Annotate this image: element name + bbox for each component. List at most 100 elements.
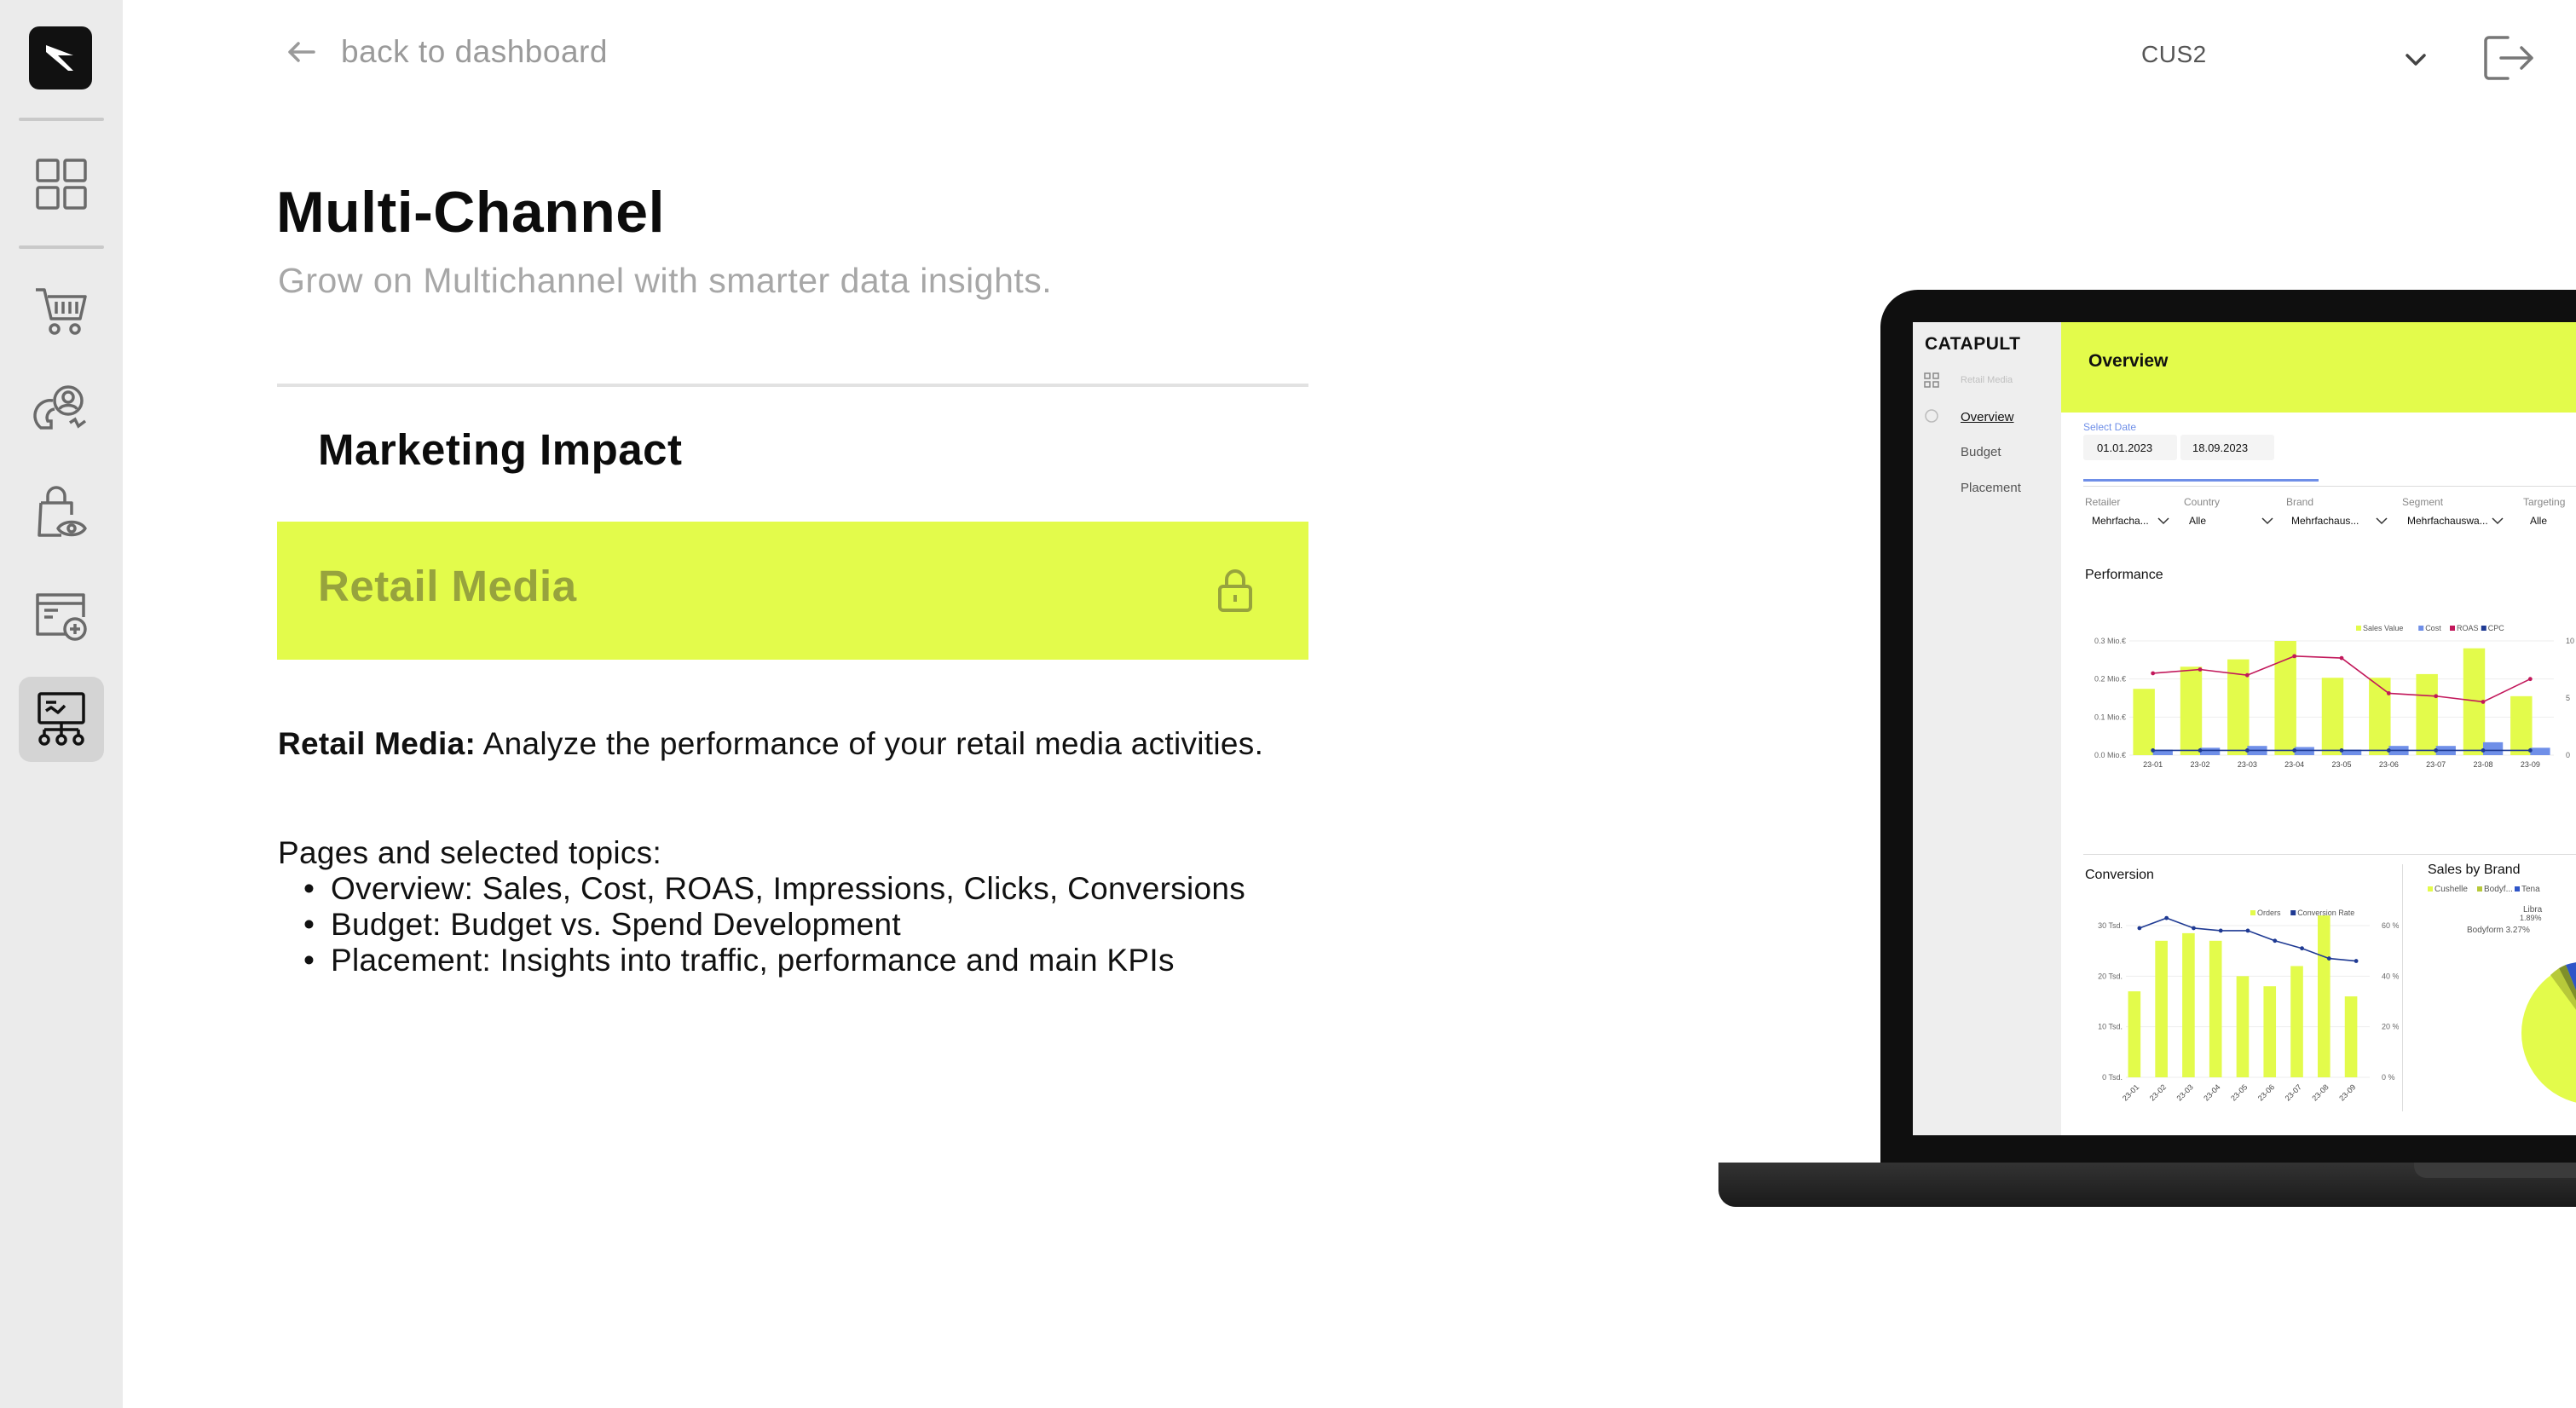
retail-media-label: Retail Media <box>318 562 577 610</box>
pages-title: Pages and selected topics: <box>278 835 662 870</box>
y2-tick-label: 10 <box>2566 637 2574 645</box>
bar <box>2263 986 2277 1077</box>
legend-swatch <box>2418 626 2424 631</box>
bar <box>2344 996 2358 1077</box>
grid-dashboard-icon[interactable] <box>19 141 104 227</box>
bar <box>2236 976 2250 1077</box>
line-point <box>2339 655 2344 661</box>
legend-swatch <box>2356 626 2361 631</box>
catapult-logo-icon[interactable] <box>29 26 92 89</box>
x-tick-label: 23-03 <box>2238 760 2257 769</box>
line-point <box>2386 691 2391 695</box>
line-point <box>2481 700 2486 704</box>
line-point <box>2192 926 2196 931</box>
y2-tick-label: 0 <box>2566 751 2570 759</box>
line-point <box>2245 928 2250 933</box>
line-point <box>2244 748 2250 753</box>
line-point <box>2527 748 2533 753</box>
line-point <box>2354 959 2359 963</box>
description: Retail Media: Analyze the performance of… <box>278 726 1301 762</box>
bar <box>2416 673 2438 755</box>
line-point <box>2218 928 2223 933</box>
legend-swatch <box>2250 910 2255 915</box>
page-title: Multi-Channel <box>276 180 666 245</box>
bar <box>2155 940 2168 1077</box>
bar <box>2321 678 2344 755</box>
x-tick-label: 23-05 <box>2229 1082 2249 1102</box>
legend-swatch <box>2481 626 2486 631</box>
y-tick-label: 0.2 Mio.€ <box>2094 675 2126 684</box>
x-tick-label: 23-08 <box>2310 1082 2330 1102</box>
y-tick-label: 0.0 Mio.€ <box>2094 751 2126 759</box>
y-tick-label: 20 Tsd. <box>2098 972 2123 980</box>
line-point <box>2434 694 2439 699</box>
x-tick-label: 23-06 <box>2256 1082 2276 1102</box>
line-point <box>2326 956 2331 961</box>
logout-icon[interactable] <box>2482 34 2535 82</box>
line-point <box>2527 677 2533 682</box>
legend-label: Sales Value <box>2363 624 2403 632</box>
customer-magnet-icon[interactable] <box>19 368 104 453</box>
bar <box>2294 747 2314 755</box>
shopping-cart-icon[interactable] <box>19 268 104 353</box>
y-tick-label: 30 Tsd. <box>2098 921 2123 930</box>
list-item: Budget: Budget vs. Spend Development <box>303 907 1245 943</box>
sidebar-divider <box>19 245 104 249</box>
x-tick-label: 23-04 <box>2284 760 2304 769</box>
sidebar-divider <box>19 118 104 121</box>
line-point <box>2434 748 2439 753</box>
line-point <box>2292 748 2297 753</box>
y2-tick-label: 40 % <box>2382 972 2399 980</box>
sales-by-brand-pie: Cushelle Bodyf... Tena Libra 1.89% Bodyf… <box>2428 885 2576 1103</box>
line-point <box>2151 748 2156 753</box>
y-tick-label: 0.3 Mio.€ <box>2094 637 2126 645</box>
conversion-chart: 30 Tsd. 20 Tsd. 10 Tsd. 0 Tsd. 60 % 40 % 20 % 0… <box>2098 909 2399 1103</box>
bar <box>2290 966 2303 1077</box>
legend-label: Orders <box>2257 909 2281 917</box>
section-divider <box>277 384 1308 387</box>
line-point <box>2164 915 2169 920</box>
shopping-bag-eye-icon[interactable] <box>19 470 104 556</box>
pie-legend-swatch <box>2515 886 2520 892</box>
pie-legend-swatch <box>2477 886 2482 892</box>
pie-legend-label: Cushelle <box>2434 885 2468 894</box>
y-tick-label: 10 Tsd. <box>2098 1023 2123 1031</box>
bar <box>2317 915 2331 1077</box>
preview-filter-chevrons <box>2157 517 2504 525</box>
back-to-dashboard-link[interactable]: back to dashboard <box>285 34 608 70</box>
bar <box>2200 747 2221 755</box>
x-tick-label: 23-02 <box>2190 760 2209 769</box>
back-link-label: back to dashboard <box>341 34 608 69</box>
bar <box>2128 991 2141 1077</box>
line-point <box>2244 672 2250 678</box>
presentation-network-icon[interactable] <box>19 677 104 762</box>
x-tick-label: 23-01 <box>2121 1082 2140 1102</box>
list-item: Overview: Sales, Cost, ROAS, Impressions… <box>303 871 1245 907</box>
org-selector-value: CUS2 <box>2141 41 2207 67</box>
x-tick-label: 23-01 <box>2143 760 2163 769</box>
description-label: Retail Media: <box>278 726 477 761</box>
section-heading: Marketing Impact <box>318 425 683 474</box>
legend-swatch <box>2290 910 2296 915</box>
x-tick-label: 23-06 <box>2379 760 2399 769</box>
browser-add-icon[interactable] <box>19 573 104 658</box>
x-tick-label: 23-07 <box>2426 760 2446 769</box>
retail-media-item[interactable]: Retail Media <box>277 522 1308 660</box>
pages-list: Overview: Sales, Cost, ROAS, Impressions… <box>303 871 1245 978</box>
pie-slice-value: 1.89% <box>2520 914 2542 922</box>
preview-divider <box>2402 864 2403 1111</box>
bar <box>2180 666 2203 755</box>
pie-legend-swatch <box>2428 886 2433 892</box>
bar <box>2530 747 2550 755</box>
x-tick-label: 23-05 <box>2331 760 2351 769</box>
list-item: Placement: Insights into traffic, perfor… <box>303 943 1245 978</box>
pie-legend-label: Bodyf... <box>2484 885 2513 894</box>
x-tick-label: 23-02 <box>2148 1082 2168 1102</box>
bar <box>2483 742 2504 755</box>
x-tick-label: 23-07 <box>2284 1082 2303 1102</box>
line-point <box>2339 748 2344 753</box>
page-subtitle: Grow on Multichannel with smarter data i… <box>278 261 1053 300</box>
main-sidebar <box>0 0 123 1408</box>
y-tick-label: 0 Tsd. <box>2102 1073 2123 1082</box>
pie-legend-label: Tena <box>2521 885 2540 894</box>
